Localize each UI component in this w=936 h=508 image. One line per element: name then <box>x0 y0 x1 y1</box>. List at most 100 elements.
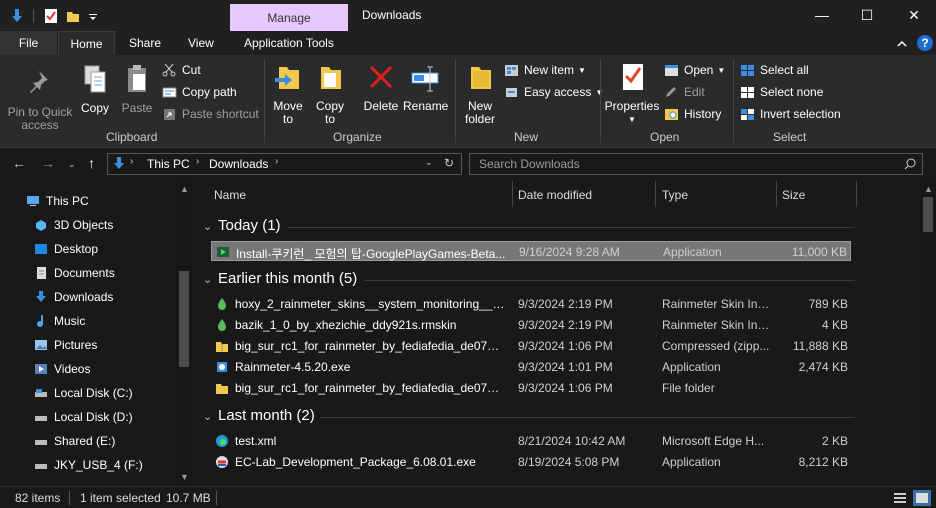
column-header-size[interactable]: Size <box>782 188 805 202</box>
down-arrow-icon[interactable] <box>10 8 24 24</box>
column-header-name[interactable]: Name <box>214 188 246 202</box>
column-divider[interactable] <box>655 181 656 207</box>
new-folder-label-2: folder <box>464 112 496 126</box>
file-list-scrollbar-thumb[interactable] <box>923 197 933 232</box>
edit-button[interactable]: Edit <box>664 83 705 101</box>
scroll-up-icon[interactable]: ▲ <box>180 184 189 194</box>
picture-icon <box>35 340 47 350</box>
details-view-icon[interactable] <box>893 491 907 505</box>
copy-path-label: Copy path <box>182 85 237 99</box>
file-type: Application <box>662 360 721 374</box>
forward-arrow-icon[interactable]: → <box>41 155 55 171</box>
group-header-last-month[interactable]: Last month (2) <box>218 407 315 424</box>
large-icons-view-icon[interactable] <box>913 490 931 506</box>
file-date: 8/19/2024 5:08 PM <box>518 455 620 469</box>
delete-label: Delete <box>363 99 399 113</box>
tab-view[interactable]: View <box>188 36 214 50</box>
recent-locations-icon[interactable]: ⌄ <box>68 159 76 170</box>
tab-share[interactable]: Share <box>129 36 161 50</box>
rename-button[interactable]: Rename <box>403 61 448 113</box>
column-header-type[interactable]: Type <box>662 188 688 202</box>
column-divider[interactable] <box>856 181 857 207</box>
group-collapse-icon[interactable]: ⌄ <box>203 410 212 423</box>
tab-home[interactable]: Home <box>58 31 115 55</box>
group-header-earlier[interactable]: Earlier this month (5) <box>218 270 357 287</box>
sidebar-scrollbar-thumb[interactable] <box>179 271 189 367</box>
close-button[interactable]: ✕ <box>894 5 934 25</box>
folder-icon[interactable] <box>66 8 80 24</box>
sidebar-item-usb-f[interactable]: JKY_USB_4 (F:) <box>34 454 143 476</box>
sidebar-item-music[interactable]: Music <box>34 310 85 332</box>
scroll-down-icon[interactable]: ▼ <box>180 472 189 482</box>
file-row[interactable]: Install-쿠키런_ 모험의 탑-GooglePlayGames-Beta.… <box>211 241 851 261</box>
paste-icon <box>128 65 146 92</box>
history-button[interactable]: History <box>664 105 721 123</box>
select-none-button[interactable]: Select none <box>740 83 823 101</box>
address-dropdown-icon[interactable]: ⌄ <box>425 157 433 168</box>
sidebar-item-3d-objects[interactable]: 3D Objects <box>34 214 113 236</box>
collapse-ribbon-icon[interactable] <box>897 40 907 48</box>
file-row[interactable]: Rainmeter-4.5.20.exe 9/3/2024 1:01 PM Ap… <box>211 357 851 377</box>
minimize-button[interactable]: — <box>802 5 842 25</box>
file-row[interactable]: big_sur_rc1_for_rainmeter_by_fediafedia_… <box>211 378 851 398</box>
properties-icon[interactable] <box>44 8 58 24</box>
delete-button[interactable]: Delete <box>361 61 401 113</box>
file-row[interactable]: big_sur_rc1_for_rainmeter_by_fediafedia_… <box>211 336 851 356</box>
refresh-icon[interactable]: ↻ <box>444 156 454 170</box>
address-bar[interactable]: › This PC › Downloads › ⌄ ↻ <box>107 153 462 175</box>
tab-manage[interactable]: Manage <box>230 4 348 31</box>
status-bar: 82 items 1 item selected 10.7 MB <box>0 486 936 508</box>
copy-to-button[interactable]: Copy to <box>312 61 348 126</box>
tab-application-tools[interactable]: Application Tools <box>244 36 334 50</box>
cut-button[interactable]: Cut <box>162 61 201 79</box>
select-all-button[interactable]: Select all <box>740 61 809 79</box>
sidebar-item-pictures[interactable]: Pictures <box>34 334 97 356</box>
copy-path-button[interactable]: Copy path <box>162 83 237 101</box>
sidebar-item-local-disk-c[interactable]: Local Disk (C:) <box>34 382 133 404</box>
help-icon[interactable]: ? <box>917 35 933 51</box>
file-date: 9/3/2024 1:06 PM <box>518 381 613 395</box>
properties-button[interactable]: Properties ▼ <box>604 61 660 126</box>
copy-button[interactable]: Copy <box>78 63 112 115</box>
column-header-date[interactable]: Date modified <box>518 188 592 202</box>
sidebar-item-label: Local Disk (C:) <box>54 386 133 400</box>
search-input[interactable]: Search Downloads <box>469 153 923 175</box>
up-arrow-icon[interactable]: ↑ <box>88 155 95 171</box>
sidebar-item-label: Shared (E:) <box>54 434 116 448</box>
invert-selection-button[interactable]: Invert selection <box>740 105 841 123</box>
column-divider[interactable] <box>776 181 777 207</box>
maximize-button[interactable]: ☐ <box>847 5 887 25</box>
dropdown-icon[interactable] <box>88 8 98 24</box>
sidebar-item-shared-e[interactable]: Shared (E:) <box>34 430 115 452</box>
new-item-button[interactable]: New item ▼ <box>504 61 586 79</box>
group-collapse-icon[interactable]: ⌄ <box>203 220 212 233</box>
breadcrumb-this-pc[interactable]: This PC <box>147 157 190 171</box>
file-row[interactable]: EC-Lab_Development_Package_6.08.01.exe 8… <box>211 452 851 472</box>
sidebar-item-documents[interactable]: Documents <box>34 262 115 284</box>
paste-shortcut-button[interactable]: Paste shortcut <box>162 105 259 123</box>
file-row[interactable]: test.xml 8/21/2024 10:42 AM Microsoft Ed… <box>211 431 851 451</box>
breadcrumb-downloads[interactable]: Downloads <box>209 157 268 171</box>
pin-to-quick-access-button[interactable]: Pin to Quick access <box>4 67 76 132</box>
back-arrow-icon[interactable]: ← <box>12 155 26 171</box>
file-row[interactable]: bazik_1_0_by_xhezichie_ddy921s.rmskin 9/… <box>211 315 851 335</box>
group-header-today[interactable]: Today (1) <box>218 217 281 234</box>
sidebar-item-videos[interactable]: Videos <box>34 358 90 380</box>
paste-button[interactable]: Paste <box>120 63 154 115</box>
open-button[interactable]: Open ▼ <box>664 61 725 79</box>
scroll-up-icon[interactable]: ▲ <box>924 184 933 194</box>
group-collapse-icon[interactable]: ⌄ <box>203 273 212 286</box>
tab-file[interactable]: File <box>0 31 57 55</box>
column-divider[interactable] <box>512 181 513 207</box>
sidebar-item-local-disk-d[interactable]: Local Disk (D:) <box>34 406 133 428</box>
sidebar-item-label: Local Disk (D:) <box>54 410 133 424</box>
sidebar-item-desktop[interactable]: Desktop <box>34 238 98 260</box>
move-to-button[interactable]: Move to <box>270 61 306 126</box>
new-folder-button[interactable]: New folder <box>460 61 500 126</box>
easy-access-button[interactable]: Easy access ▼ <box>504 83 603 101</box>
file-row[interactable]: hoxy_2_rainmeter_skins__system_monitorin… <box>211 294 851 314</box>
chevron-down-icon: ▼ <box>628 115 636 124</box>
file-size: 789 KB <box>808 297 848 311</box>
sidebar-item-downloads[interactable]: Downloads <box>34 286 113 308</box>
sidebar-item-this-pc[interactable]: This PC <box>26 190 89 212</box>
